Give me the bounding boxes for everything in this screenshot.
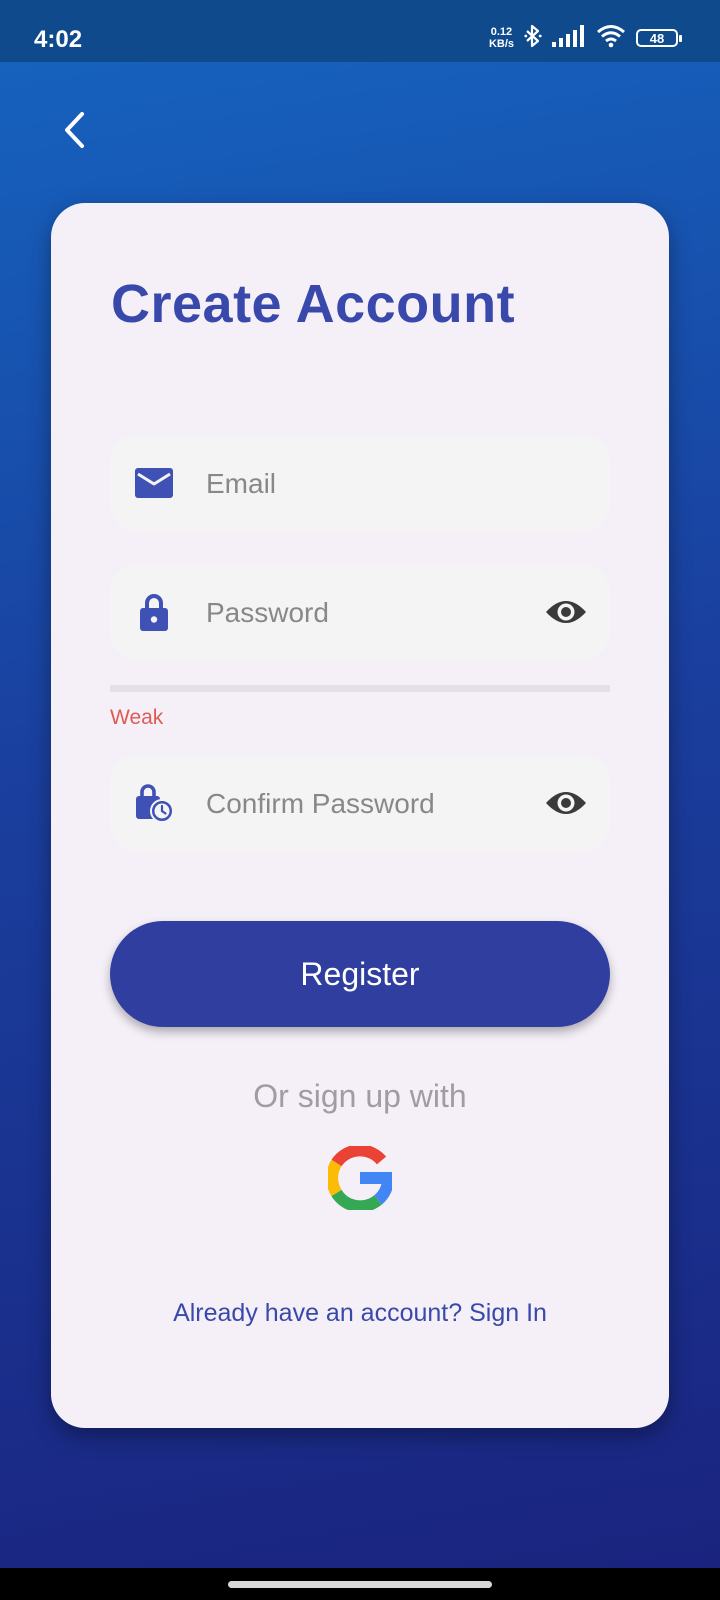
signal-icon xyxy=(552,24,586,52)
eye-icon[interactable] xyxy=(542,592,590,632)
confirm-password-input[interactable] xyxy=(204,755,538,853)
sign-in-link[interactable]: Already have an account? Sign In xyxy=(51,1299,669,1328)
status-time: 4:02 xyxy=(34,26,83,53)
lock-icon xyxy=(134,592,174,632)
net-speed-value: 0.12 xyxy=(490,26,513,38)
password-strength-bar xyxy=(110,685,610,692)
network-speed: 0.12 KB/s xyxy=(489,26,514,50)
battery-level: 48 xyxy=(649,30,665,46)
mail-icon xyxy=(134,463,174,503)
chevron-left-icon xyxy=(61,110,87,155)
email-input[interactable] xyxy=(204,435,538,533)
home-indicator[interactable] xyxy=(228,1581,492,1588)
wifi-icon xyxy=(596,24,626,53)
google-icon xyxy=(326,1143,394,1215)
password-input[interactable] xyxy=(204,564,538,662)
email-field xyxy=(110,435,610,533)
battery-indicator: 48 xyxy=(636,29,682,47)
lock-clock-icon xyxy=(134,783,174,823)
password-strength-label: Weak xyxy=(110,706,164,729)
net-speed-unit: KB/s xyxy=(488,38,514,50)
password-field xyxy=(110,564,610,662)
page-title: Create Account xyxy=(111,274,516,334)
register-button[interactable]: Register xyxy=(110,921,610,1027)
confirm-password-field xyxy=(110,755,610,853)
bluetooth-icon xyxy=(524,24,542,53)
google-signup-button[interactable] xyxy=(323,1143,397,1217)
status-bar: 4:02 0.12 KB/s 48 xyxy=(0,0,720,62)
register-card: Create Account Weak xyxy=(51,203,669,1428)
back-button[interactable] xyxy=(52,110,96,154)
eye-icon[interactable] xyxy=(542,783,590,823)
status-icons: 0.12 KB/s 48 xyxy=(489,24,682,53)
or-sign-up-text: Or sign up with xyxy=(253,1078,467,1114)
